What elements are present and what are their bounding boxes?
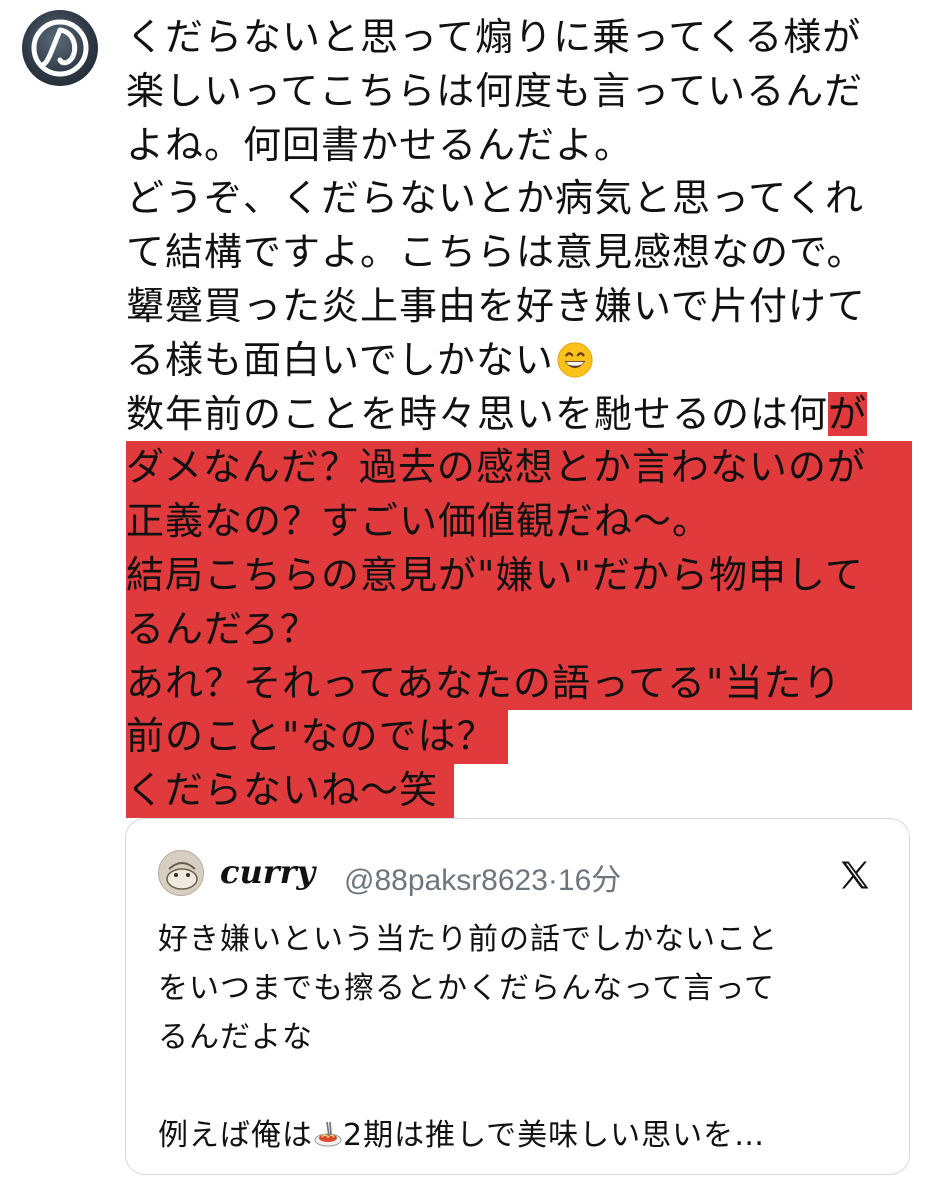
post-line-highlighted: 正義なの？すごい価値観だね〜。 xyxy=(126,495,912,549)
spaghetti-emoji-icon xyxy=(314,1121,342,1147)
grinning-face-emoji-icon xyxy=(557,342,593,378)
post-line-highlighted: 前のこと"なのでは？ xyxy=(126,710,508,765)
quoted-author-handle: @88paksr8623 xyxy=(344,864,548,897)
post-line: どうぞ、くだらないとか病気と思ってくれ xyxy=(126,176,864,221)
quoted-line xyxy=(158,1062,888,1111)
post-line: 数年前のことを時々思いを馳せるのは何が xyxy=(126,391,868,436)
quoted-post-text: 好き嫌いという当たり前の話でしかないこと をいつまでも擦るとかくだらんなって言っ… xyxy=(158,915,888,1160)
quoted-line: 好き嫌いという当たり前の話でしかないこと xyxy=(158,922,778,957)
post-line: 顰蹙買った炎上事由を好き嫌いで片付けて xyxy=(126,283,866,328)
quoted-line: 例えば俺は 2期は推しで美味しい思いを… xyxy=(158,1118,766,1153)
post-line-highlighted: あれ？それってあなたの語ってる"当たり xyxy=(126,656,912,711)
quoted-post-time: ·16分 xyxy=(547,864,622,897)
quoted-avatar-image xyxy=(159,851,203,895)
quoted-author-avatar[interactable] xyxy=(158,850,204,896)
post-body: くだらないと思って煽りに乗ってくる様が 楽しいってこちらは何度も言っているんだ … xyxy=(126,11,926,818)
author-avatar[interactable] xyxy=(22,10,98,86)
quoted-author-name[interactable]: curry xyxy=(220,853,315,891)
quoted-line: をいつまでも擦るとかくだらんなって言って xyxy=(158,971,775,1006)
quoted-post-card[interactable]: curry @88paksr8623·16分 好き嫌いという当たり前の話でしかな… xyxy=(125,818,910,1175)
quoted-author-meta[interactable]: @88paksr8623·16分 xyxy=(344,855,621,899)
post-line-highlighted: 結局こちらの意見が"嫌い"だから物申して xyxy=(126,548,912,603)
post-line-highlighted: るんだろ？ xyxy=(126,602,912,657)
post-line: て結構ですよ。こちらは意見感想なので。 xyxy=(126,230,866,275)
avatar-no-glyph-icon xyxy=(31,19,89,77)
post-line: 楽しいってこちらは何度も言っているんだ xyxy=(126,68,864,113)
post-line-highlighted: くだらないね〜笑 xyxy=(126,764,454,818)
post-line-highlighted: ダメなんだ？過去の感想とか言わないのが xyxy=(126,441,912,496)
x-logo-icon xyxy=(841,861,869,889)
post-line: よね。何回書かせるんだよ。 xyxy=(126,122,634,167)
post-line: る様も面白いでしかない xyxy=(126,334,926,388)
post-line: くだらないと思って煽りに乗ってくる様が xyxy=(126,15,862,59)
quoted-line: るんだよな xyxy=(158,1020,313,1055)
